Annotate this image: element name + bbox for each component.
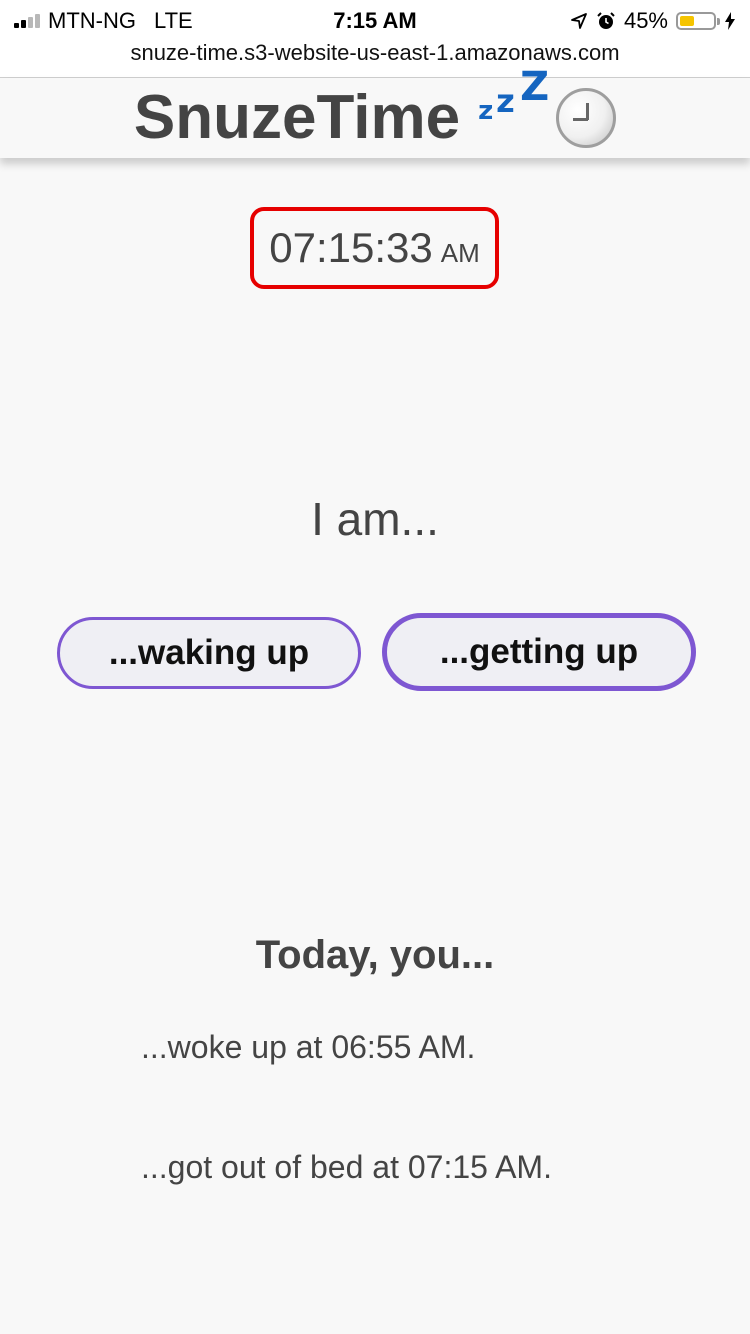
zzz-icon: z z Z <box>476 64 550 153</box>
battery-level <box>680 16 695 26</box>
zzz-glyph-1: z <box>478 96 494 126</box>
zzz-glyph-3: Z <box>520 64 550 110</box>
location-arrow-icon <box>571 13 587 29</box>
getting-up-button[interactable]: ...getting up <box>382 613 696 691</box>
status-bar: MTN-NG LTE 7:15 AM 45% <box>0 0 750 40</box>
current-time: 07:15:33 <box>269 224 433 271</box>
signal-strength-icon <box>14 14 40 28</box>
today-heading: Today, you... <box>255 933 495 977</box>
alarm-clock-icon <box>597 12 615 29</box>
address-bar[interactable]: snuze-time.s3-website-us-east-1.amazonaw… <box>0 40 750 78</box>
battery-icon <box>676 12 720 30</box>
waking-up-button[interactable]: ...waking up <box>57 617 361 689</box>
status-prompt: I am... <box>311 493 439 545</box>
network-type: LTE <box>153 8 193 33</box>
log-entry-woke-up: ...woke up at 06:55 AM. <box>141 1029 476 1065</box>
zzz-glyph-2: z <box>496 82 515 120</box>
status-right: 45% <box>570 8 736 34</box>
current-time-display: 07:15:33 AM <box>250 207 499 289</box>
app-title-row: SnuzeTime z z Z <box>133 64 617 158</box>
app-title: SnuzeTime <box>133 83 461 152</box>
status-left: MTN-NG LTE <box>14 8 193 34</box>
clock-icon <box>556 88 617 148</box>
log-entry-got-up: ...got out of bed at 07:15 AM. <box>141 1149 552 1185</box>
app-header: SnuzeTime z z Z <box>0 64 750 158</box>
current-time-ampm: AM <box>440 237 480 268</box>
carrier-name: MTN-NG <box>48 8 136 33</box>
charging-bolt-icon <box>725 12 735 30</box>
battery-percent: 45% <box>623 8 668 33</box>
